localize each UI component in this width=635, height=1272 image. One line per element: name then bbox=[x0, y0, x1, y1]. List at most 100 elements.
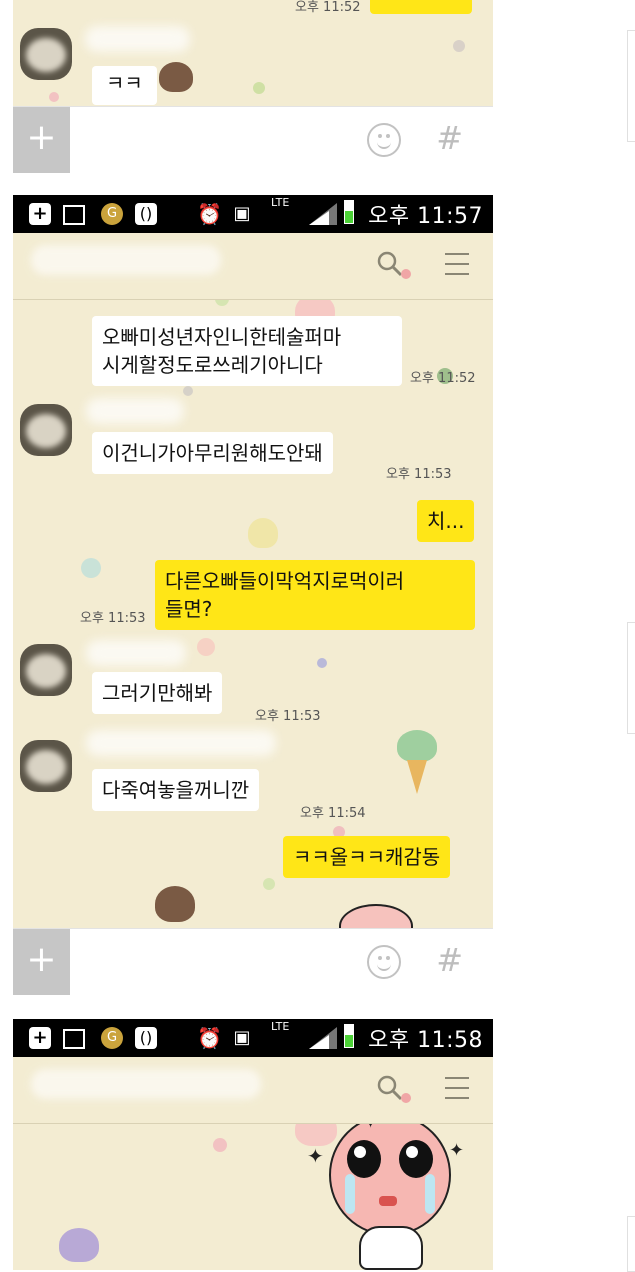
headset-icon: ▣ bbox=[233, 203, 251, 224]
message-text: 이건니가아무리원해도안돼 bbox=[102, 441, 323, 465]
wallpaper-dot bbox=[453, 40, 465, 52]
message-text: ㅋㅋ bbox=[106, 71, 143, 95]
sender-name-redacted bbox=[86, 398, 184, 424]
their-message-bubble[interactable]: 이건니가아무리원해도안돼 bbox=[92, 432, 333, 474]
their-message-bubble[interactable]: 다죽여놓을꺼니깐 bbox=[92, 769, 260, 811]
wallpaper-dot bbox=[317, 658, 327, 668]
message-time: 오후 11:53 bbox=[255, 709, 321, 724]
message-text: ㅋㅋ올ㅋㅋ캐감동 bbox=[293, 845, 441, 869]
character-eye bbox=[399, 1140, 433, 1178]
input-bar: + # bbox=[13, 106, 493, 173]
wallpaper-dot bbox=[197, 638, 215, 656]
emoji-icon[interactable] bbox=[367, 123, 401, 157]
ice-cream-icon bbox=[397, 730, 437, 762]
app-icon: G bbox=[101, 1027, 123, 1049]
wallpaper-dot bbox=[401, 269, 411, 279]
status-time: 오후 11:58 bbox=[368, 1028, 483, 1053]
avatar[interactable] bbox=[20, 404, 72, 456]
my-message-bubble[interactable]: 치... bbox=[417, 500, 475, 542]
search-icon[interactable] bbox=[377, 251, 403, 277]
sparkle-icon: ✦ bbox=[363, 1124, 378, 1133]
ice-cream-icon bbox=[59, 1228, 99, 1262]
message-text-line: 들면? bbox=[165, 597, 213, 621]
input-bar: + # bbox=[13, 928, 493, 995]
edge-mark bbox=[627, 1216, 635, 1272]
avatar[interactable] bbox=[20, 644, 72, 696]
character-sticker: ✦ ✦ ✦ bbox=[303, 1124, 483, 1270]
wallpaper-dot bbox=[401, 1093, 411, 1103]
wallpaper-dot bbox=[49, 92, 59, 102]
wallpaper-dot bbox=[213, 1138, 227, 1152]
sparkle-icon: ✦ bbox=[307, 1144, 324, 1168]
wallpaper-dot bbox=[263, 878, 275, 890]
bracket-icon: () bbox=[135, 1027, 157, 1049]
my-message-bubble[interactable]: ㅋㅋ올ㅋㅋ캐감동 bbox=[283, 836, 451, 878]
message-text: 그러기만해봐 bbox=[102, 681, 213, 705]
character-mouth bbox=[379, 1196, 397, 1206]
chat-header bbox=[13, 1057, 493, 1124]
my-message-bubble[interactable]: 다른오빠들이막억지로먹이러 들면? bbox=[155, 560, 475, 630]
character-tear bbox=[425, 1174, 435, 1214]
their-message-bubble[interactable]: 그러기만해봐 bbox=[92, 672, 223, 714]
status-bar: + G () ⏰ ▣ LTE 오후 11:57 bbox=[13, 195, 493, 233]
sender-name-redacted bbox=[86, 640, 186, 666]
sender-name-redacted bbox=[86, 730, 276, 756]
message-text: 치... bbox=[427, 509, 465, 533]
message-text-line: 다른오빠들이막억지로먹이러 bbox=[165, 569, 405, 593]
edge-mark bbox=[627, 622, 635, 734]
menu-icon[interactable] bbox=[445, 253, 469, 275]
chat-area-screen3: ✦ ✦ ✦ bbox=[13, 1124, 493, 1270]
their-message-bubble[interactable]: ㅋㅋ bbox=[92, 66, 157, 105]
chat-area-screen1 bbox=[13, 0, 493, 106]
message-text: 다죽여놓을꺼니깐 bbox=[102, 778, 250, 802]
wallpaper-dot bbox=[253, 82, 265, 94]
wallpaper-dot bbox=[183, 386, 193, 396]
message-text-line: 시게할정도로쓰레기아니다 bbox=[102, 353, 323, 377]
plus-button[interactable]: + bbox=[13, 929, 70, 995]
avatar[interactable] bbox=[20, 740, 72, 792]
status-time: 오후 11:57 bbox=[368, 204, 483, 229]
chat-header bbox=[13, 233, 493, 300]
lte-label: LTE bbox=[271, 196, 290, 209]
gallery-icon bbox=[63, 205, 85, 225]
sender-name-redacted bbox=[85, 26, 190, 52]
their-message-bubble[interactable]: 오빠미성년자인니한테술퍼마 시게할정도로쓰레기아니다 bbox=[92, 316, 402, 386]
alarm-icon: ⏰ bbox=[197, 202, 222, 226]
ice-cream-icon bbox=[155, 886, 195, 922]
wallpaper-dot bbox=[81, 558, 101, 578]
menu-icon[interactable] bbox=[445, 1077, 469, 1099]
character-ear bbox=[339, 904, 413, 928]
edge-mark bbox=[627, 30, 635, 142]
bracket-icon: () bbox=[135, 203, 157, 225]
hash-icon[interactable]: # bbox=[436, 941, 463, 979]
ice-cream-icon bbox=[159, 62, 193, 92]
battery-icon bbox=[341, 1024, 357, 1049]
add-icon: + bbox=[29, 1027, 51, 1049]
message-time: 오후 11:53 bbox=[386, 467, 452, 482]
message-time: 오후 11:52 bbox=[410, 371, 476, 386]
emoji-icon[interactable] bbox=[367, 945, 401, 979]
ice-cream-icon bbox=[248, 518, 278, 548]
add-icon: + bbox=[29, 203, 51, 225]
wallpaper-dot bbox=[215, 300, 229, 306]
battery-icon bbox=[341, 200, 357, 225]
gallery-icon bbox=[63, 1029, 85, 1049]
status-bar: + G () ⏰ ▣ LTE 오후 11:58 bbox=[13, 1019, 493, 1057]
message-time: 오후 11:53 bbox=[80, 611, 146, 626]
signal-icon bbox=[309, 203, 337, 225]
sparkle-icon: ✦ bbox=[449, 1140, 465, 1161]
hash-icon[interactable]: # bbox=[436, 119, 463, 157]
search-icon[interactable] bbox=[377, 1075, 403, 1101]
character-tear bbox=[345, 1174, 355, 1214]
message-time: 오후 11:54 bbox=[300, 806, 366, 821]
message-text-line: 오빠미성년자인니한테술퍼마 bbox=[102, 325, 342, 349]
character-hands bbox=[359, 1226, 423, 1270]
app-icon: G bbox=[101, 203, 123, 225]
lte-label: LTE bbox=[271, 1020, 290, 1033]
ice-cream-cone bbox=[407, 760, 427, 794]
headset-icon: ▣ bbox=[233, 1027, 251, 1048]
plus-button[interactable]: + bbox=[13, 107, 70, 173]
my-message-bubble[interactable] bbox=[370, 0, 472, 14]
avatar[interactable] bbox=[20, 28, 72, 80]
chat-title-redacted bbox=[31, 1069, 261, 1099]
